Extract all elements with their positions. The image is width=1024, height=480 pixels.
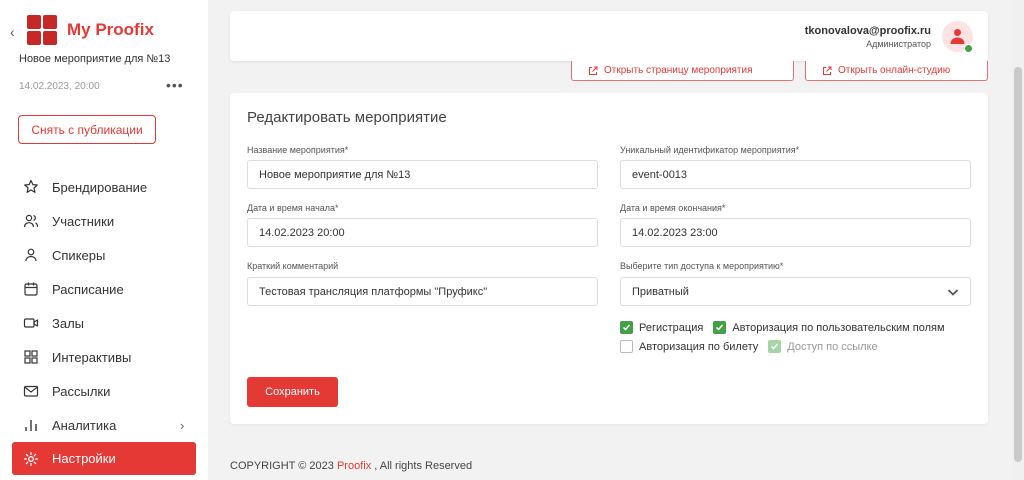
scrollbar[interactable] bbox=[1012, 0, 1024, 480]
edit-event-form: Редактировать мероприятие Название мероп… bbox=[230, 93, 988, 424]
star-icon bbox=[24, 179, 38, 193]
external-link-icon bbox=[589, 66, 598, 75]
start-datetime-field[interactable]: 14.02.2023 20:00 bbox=[247, 218, 598, 247]
user-role: Администратор bbox=[866, 39, 931, 49]
footer-brand-link[interactable]: Proofix bbox=[337, 460, 371, 472]
top-header: tkonovalova@proofix.ru Администратор bbox=[230, 11, 988, 61]
form-title: Редактировать мероприятие bbox=[247, 109, 447, 126]
back-chevron-icon[interactable]: ‹ bbox=[10, 24, 15, 40]
copyright-text: COPYRIGHT © 2023 bbox=[230, 460, 334, 472]
rights-text: , All rights Reserved bbox=[374, 460, 473, 472]
empty-checkbox-icon bbox=[620, 340, 633, 353]
sidebar-item-label: Залы bbox=[52, 315, 85, 331]
scrollbar-thumb[interactable] bbox=[1014, 67, 1022, 462]
sidebar: ‹ My Proofix Новое мероприятие для №13 1… bbox=[0, 0, 208, 480]
event-name-field[interactable]: Новое мероприятие для №13 bbox=[247, 160, 598, 189]
access-type-label: Выберите тип доступа к мероприятию* bbox=[620, 261, 784, 271]
sidebar-item-label: Расписание bbox=[52, 281, 124, 297]
open-event-page-button[interactable]: Открыть страницу мероприятия bbox=[571, 61, 794, 81]
comment-field[interactable]: Тестовая трансляция платформы "Пруфикс" bbox=[247, 277, 598, 306]
sidebar-item-label: Настройки bbox=[52, 451, 116, 466]
checkmark-icon bbox=[713, 321, 727, 334]
open-studio-label: Открыть онлайн-студию bbox=[838, 65, 951, 76]
start-datetime-label: Дата и время начала* bbox=[247, 203, 339, 213]
access-type-select[interactable]: Приватный bbox=[620, 277, 971, 306]
event-name: Новое мероприятие для №13 bbox=[19, 53, 171, 65]
open-event-page-label: Открыть страницу мероприятия bbox=[604, 65, 753, 76]
sidebar-item-speakers[interactable]: Спикеры bbox=[0, 238, 208, 272]
end-datetime-label: Дата и время окончания* bbox=[620, 203, 726, 213]
sidebar-item-label: Интерактивы bbox=[52, 349, 132, 365]
open-studio-button[interactable]: Открыть онлайн-студию bbox=[805, 61, 988, 81]
app-title: My Proofix bbox=[67, 20, 154, 39]
sidebar-item-branding[interactable]: Брендирование bbox=[0, 170, 208, 204]
event-name-label: Название мероприятия* bbox=[247, 145, 349, 155]
sidebar-item-analytics[interactable]: Аналитика › bbox=[0, 408, 208, 442]
event-uid-field[interactable]: event-0013 bbox=[620, 160, 971, 189]
access-type-value: Приватный bbox=[632, 285, 689, 298]
auth-ticket-label: Авторизация по билету bbox=[639, 340, 759, 353]
end-datetime-field[interactable]: 14.02.2023 23:00 bbox=[620, 218, 971, 247]
users-icon bbox=[23, 214, 39, 228]
user-icon bbox=[950, 29, 965, 44]
access-options: Регистрация Авторизация по пользовательс… bbox=[620, 318, 980, 356]
bar-chart-icon bbox=[25, 420, 37, 431]
auth-ticket-checkbox[interactable]: Авторизация по билету bbox=[620, 340, 758, 353]
user-email: tkonovalova@proofix.ru bbox=[804, 25, 931, 37]
sidebar-item-settings[interactable]: Настройки bbox=[12, 442, 196, 475]
sidebar-item-label: Спикеры bbox=[52, 247, 106, 263]
chevron-right-icon: › bbox=[180, 417, 185, 433]
online-status-dot bbox=[964, 44, 973, 53]
registration-checkbox[interactable]: Регистрация bbox=[620, 321, 703, 334]
checkmark-icon bbox=[620, 321, 633, 334]
sidebar-item-label: Участники bbox=[52, 213, 115, 229]
link-access-label: Доступ по ссылке bbox=[787, 340, 878, 353]
registration-label: Регистрация bbox=[639, 321, 704, 334]
sidebar-item-interactives[interactable]: Интерактивы bbox=[0, 340, 208, 374]
mail-icon bbox=[23, 385, 39, 397]
event-uid-label: Уникальный идентификатор мероприятия* bbox=[620, 145, 800, 155]
chevron-down-icon bbox=[947, 289, 959, 296]
more-options-icon[interactable]: ••• bbox=[166, 77, 184, 93]
sidebar-item-halls[interactable]: Залы bbox=[0, 306, 208, 340]
link-access-checkbox: Доступ по ссылке bbox=[768, 340, 878, 353]
gear-icon bbox=[23, 451, 39, 467]
logo-icon bbox=[27, 15, 57, 45]
auth-custom-fields-checkbox[interactable]: Авторизация по пользовательским полям bbox=[713, 321, 945, 334]
footer: COPYRIGHT © 2023 Proofix , All rights Re… bbox=[230, 460, 472, 472]
comment-label: Краткий комментарий bbox=[247, 261, 339, 271]
sidebar-item-label: Брендирование bbox=[52, 179, 148, 195]
sidebar-item-schedule[interactable]: Расписание bbox=[0, 272, 208, 306]
grid-icon bbox=[24, 350, 38, 364]
sidebar-item-mailings[interactable]: Рассылки bbox=[0, 374, 208, 408]
sidebar-item-participants[interactable]: Участники bbox=[0, 204, 208, 238]
video-icon bbox=[23, 318, 39, 328]
user-icon bbox=[25, 248, 37, 262]
external-link-icon bbox=[823, 66, 832, 75]
checkmark-icon bbox=[768, 340, 782, 353]
event-date: 14.02.2023, 20:00 bbox=[19, 81, 100, 92]
sidebar-item-label: Рассылки bbox=[52, 383, 111, 399]
calendar-icon bbox=[24, 282, 38, 296]
unpublish-button[interactable]: Снять с публикации bbox=[18, 115, 156, 144]
sidebar-item-label: Аналитика bbox=[52, 417, 117, 433]
auth-custom-fields-label: Авторизация по пользовательским полям bbox=[732, 321, 945, 334]
save-button[interactable]: Сохранить bbox=[247, 377, 338, 407]
sidebar-nav: Брендирование Участники Спикеры Расписан… bbox=[0, 170, 208, 475]
